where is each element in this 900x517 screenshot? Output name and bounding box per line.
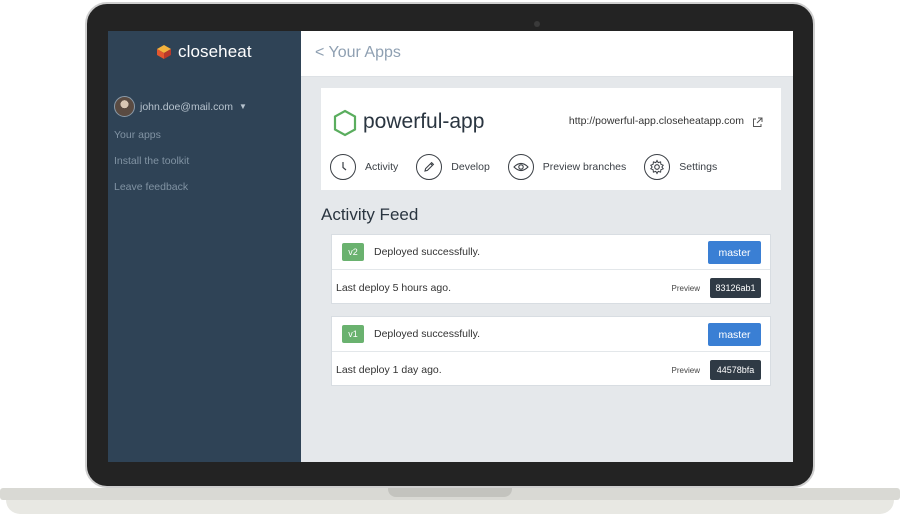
webcam-icon [534,21,540,27]
app-screen: closeheat john.doe@mail.com ▼ Your apps … [108,31,793,462]
caret-down-icon: ▼ [238,102,247,111]
tab-develop[interactable]: Develop [416,154,490,180]
closeheat-logo-icon [156,44,172,60]
tab-label: Preview branches [542,161,627,173]
tab-settings[interactable]: Settings [644,154,717,180]
app-url-link[interactable]: http://powerful-app.closeheatapp.com [569,115,744,127]
brand[interactable]: closeheat [156,41,252,63]
avatar [114,96,135,117]
deploy-card: v1 Deployed successfully. master Last de… [331,316,771,386]
app-tabs: Activity Develop Preview branches Settin… [330,154,735,180]
external-link-icon[interactable] [752,115,763,133]
preview-label: Preview [671,284,700,293]
tab-label: Settings [679,161,718,173]
main-content: < Your Apps powerful-app http://powerful… [301,31,793,462]
brand-name: closeheat [178,42,252,61]
preview-label: Preview [671,366,700,375]
commit-hash-button[interactable]: 44578bfa [710,360,761,380]
pencil-icon [416,154,443,180]
tab-label: Activity [365,161,399,173]
commit-hash-button[interactable]: 83126ab1 [710,278,761,298]
deploy-card: v2 Deployed successfully. master Last de… [331,234,771,304]
clock-icon [330,154,356,180]
version-badge: v1 [342,325,364,343]
activity-feed-title: Activity Feed [321,205,419,224]
hexagon-icon [333,109,357,142]
laptop-base [0,488,900,517]
version-badge: v2 [342,243,364,261]
sidebar-item-your-apps[interactable]: Your apps [114,129,161,141]
user-menu[interactable]: john.doe@mail.com ▼ [114,96,247,117]
deploy-header: v1 Deployed successfully. master [332,317,770,352]
deploy-status: Deployed successfully. [374,328,481,340]
sidebar: closeheat john.doe@mail.com ▼ Your apps … [108,31,301,462]
app-name: powerful-app [363,110,485,133]
gear-icon [644,154,671,180]
topbar: < Your Apps [301,31,793,77]
user-email: john.doe@mail.com [140,100,233,113]
sidebar-item-install-toolkit[interactable]: Install the toolkit [114,155,189,167]
back-to-apps-link[interactable]: < Your Apps [315,44,401,62]
branch-button[interactable]: master [708,323,761,346]
tab-activity[interactable]: Activity [330,154,398,180]
app-card: powerful-app http://powerful-app.closehe… [321,88,781,190]
branch-button[interactable]: master [708,241,761,264]
deploy-header: v2 Deployed successfully. master [332,235,770,270]
eye-icon [507,154,534,180]
deploy-time: Last deploy 1 day ago. [336,364,442,376]
deploy-status: Deployed successfully. [374,246,481,258]
sidebar-item-leave-feedback[interactable]: Leave feedback [114,181,188,193]
tab-preview-branches[interactable]: Preview branches [507,154,627,180]
deploy-time: Last deploy 5 hours ago. [336,282,451,294]
tab-label: Develop [451,161,490,173]
